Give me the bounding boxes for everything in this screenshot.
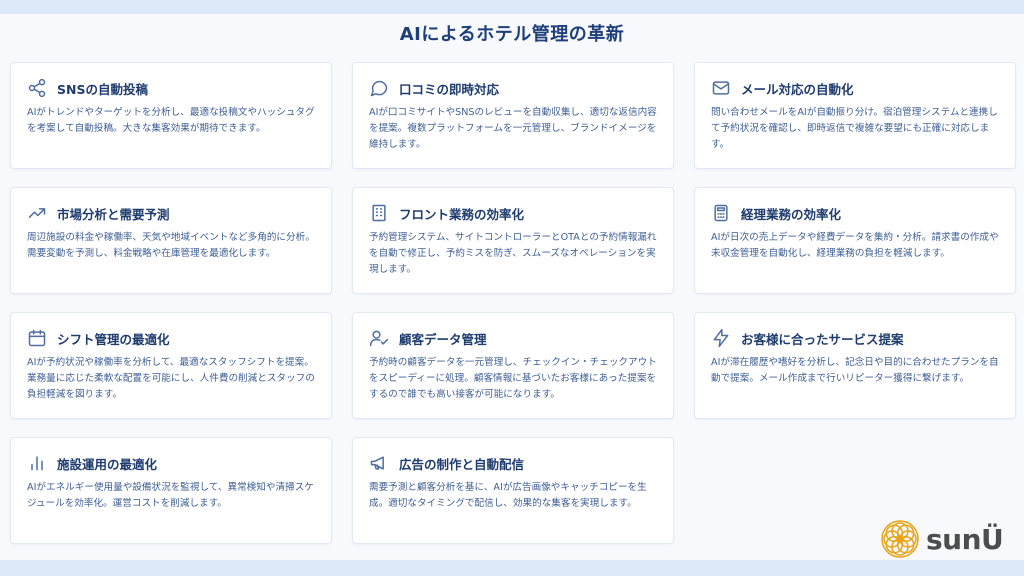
card-description: AIがエネルギー使用量や設備状況を監視して、異常検知や清掃スケジュールを効率化。… bbox=[27, 482, 314, 509]
feature-card-front-desk: フロント業務の効率化 予約管理システム、サイトコントローラーとOTAとの予約情報… bbox=[352, 187, 674, 294]
feature-card-accounting: 経理業務の効率化 AIが日次の売上データや経費データを集約・分析。請求書の作成や… bbox=[694, 187, 1016, 294]
card-title: シフト管理の最適化 bbox=[57, 331, 170, 347]
building-icon bbox=[369, 203, 389, 223]
feature-card-sns: SNSの自動投稿 AIがトレンドやターゲットを分析し、最適な投稿文やハッシュタグ… bbox=[10, 62, 332, 169]
mail-icon bbox=[711, 78, 731, 98]
feature-card-customer-data: 顧客データ管理 予約時の顧客データを一元管理し、チェックイン・チェックアウトをス… bbox=[352, 312, 674, 419]
megaphone-icon bbox=[369, 453, 389, 473]
page-title: AIによるホテル管理の革新 bbox=[399, 24, 625, 45]
card-title: 口コミの即時対応 bbox=[399, 81, 500, 97]
feature-grid: SNSの自動投稿 AIがトレンドやターゲットを分析し、最適な投稿文やハッシュタグ… bbox=[10, 62, 1016, 544]
card-title: 施設運用の最適化 bbox=[57, 456, 158, 472]
card-title: 広告の制作と自動配信 bbox=[399, 456, 525, 472]
card-title: メール対応の自動化 bbox=[741, 81, 854, 97]
card-description: 予約時の顧客データを一元管理し、チェックイン・チェックアウトをスピーディーに処理… bbox=[369, 357, 657, 400]
card-title: SNSの自動投稿 bbox=[57, 81, 148, 97]
share-icon bbox=[27, 78, 47, 98]
feature-card-shift: シフト管理の最適化 AIが予約状況や稼働率を分析して、最適なスタッフシフトを提案… bbox=[10, 312, 332, 419]
card-description: 需要予測と顧客分析を基に、AIが広告画像やキャッチコピーを生成。適切なタイミング… bbox=[369, 482, 647, 509]
card-title: 経理業務の効率化 bbox=[741, 206, 842, 222]
card-description: 問い合わせメールをAIが自動振り分け。宿泊管理システムと連携して予約状況を確認し… bbox=[711, 107, 998, 150]
feature-card-advertising: 広告の制作と自動配信 需要予測と顧客分析を基に、AIが広告画像やキャッチコピーを… bbox=[352, 437, 674, 544]
card-description: AIが予約状況や稼働率を分析して、最適なスタッフシフトを提案。業務量に応じた柔軟… bbox=[27, 357, 315, 400]
card-title: フロント業務の効率化 bbox=[399, 206, 525, 222]
chat-bubble-icon bbox=[369, 78, 389, 98]
card-title: お客様に合ったサービス提案 bbox=[741, 331, 904, 347]
feature-card-facility: 施設運用の最適化 AIがエネルギー使用量や設備状況を監視して、異常検知や清掃スケ… bbox=[10, 437, 332, 544]
card-description: AIが日次の売上データや経費データを集約・分析。請求書の作成や未収金管理を自動化… bbox=[711, 232, 999, 259]
flower-logo-icon bbox=[881, 520, 919, 558]
card-title: 市場分析と需要予測 bbox=[57, 206, 170, 222]
trend-up-icon bbox=[27, 203, 47, 223]
feature-card-email: メール対応の自動化 問い合わせメールをAIが自動振り分け。宿泊管理システムと連携… bbox=[694, 62, 1016, 169]
card-description: 周辺施設の料金や稼働率、天気や地域イベントなど多角的に分析。需要変動を予測し、料… bbox=[27, 232, 315, 259]
card-description: AIが滞在履歴や嗜好を分析し、記念日や目的に合わせたプランを自動で提案。メール作… bbox=[711, 357, 999, 384]
calculator-icon bbox=[711, 203, 731, 223]
calendar-icon bbox=[27, 328, 47, 348]
feature-card-service-proposal: お客様に合ったサービス提案 AIが滞在履歴や嗜好を分析し、記念日や目的に合わせた… bbox=[694, 312, 1016, 419]
card-description: AIが口コミサイトやSNSのレビューを自動収集し、適切な返信内容を提案。複数プラ… bbox=[369, 107, 657, 150]
feature-card-market-analysis: 市場分析と需要予測 周辺施設の料金や稼働率、天気や地域イベントなど多角的に分析。… bbox=[10, 187, 332, 294]
card-description: AIがトレンドやターゲットを分析し、最適な投稿文やハッシュタグを考案して自動投稿… bbox=[27, 107, 315, 134]
logo-text: sunÜ bbox=[926, 522, 1004, 556]
card-description: 予約管理システム、サイトコントローラーとOTAとの予約情報漏れを自動で修正し、予… bbox=[369, 232, 657, 275]
slide-frame: AIによるホテル管理の革新 SNSの自動投稿 AIがトレンドやターゲットを分析し… bbox=[0, 14, 1024, 560]
user-check-icon bbox=[369, 328, 389, 348]
lightning-icon bbox=[711, 328, 731, 348]
brand-logo: sunÜ bbox=[880, 519, 1004, 559]
feature-card-reviews: 口コミの即時対応 AIが口コミサイトやSNSのレビューを自動収集し、適切な返信内… bbox=[352, 62, 674, 169]
bar-chart-icon bbox=[27, 453, 47, 473]
card-title: 顧客データ管理 bbox=[399, 331, 487, 347]
